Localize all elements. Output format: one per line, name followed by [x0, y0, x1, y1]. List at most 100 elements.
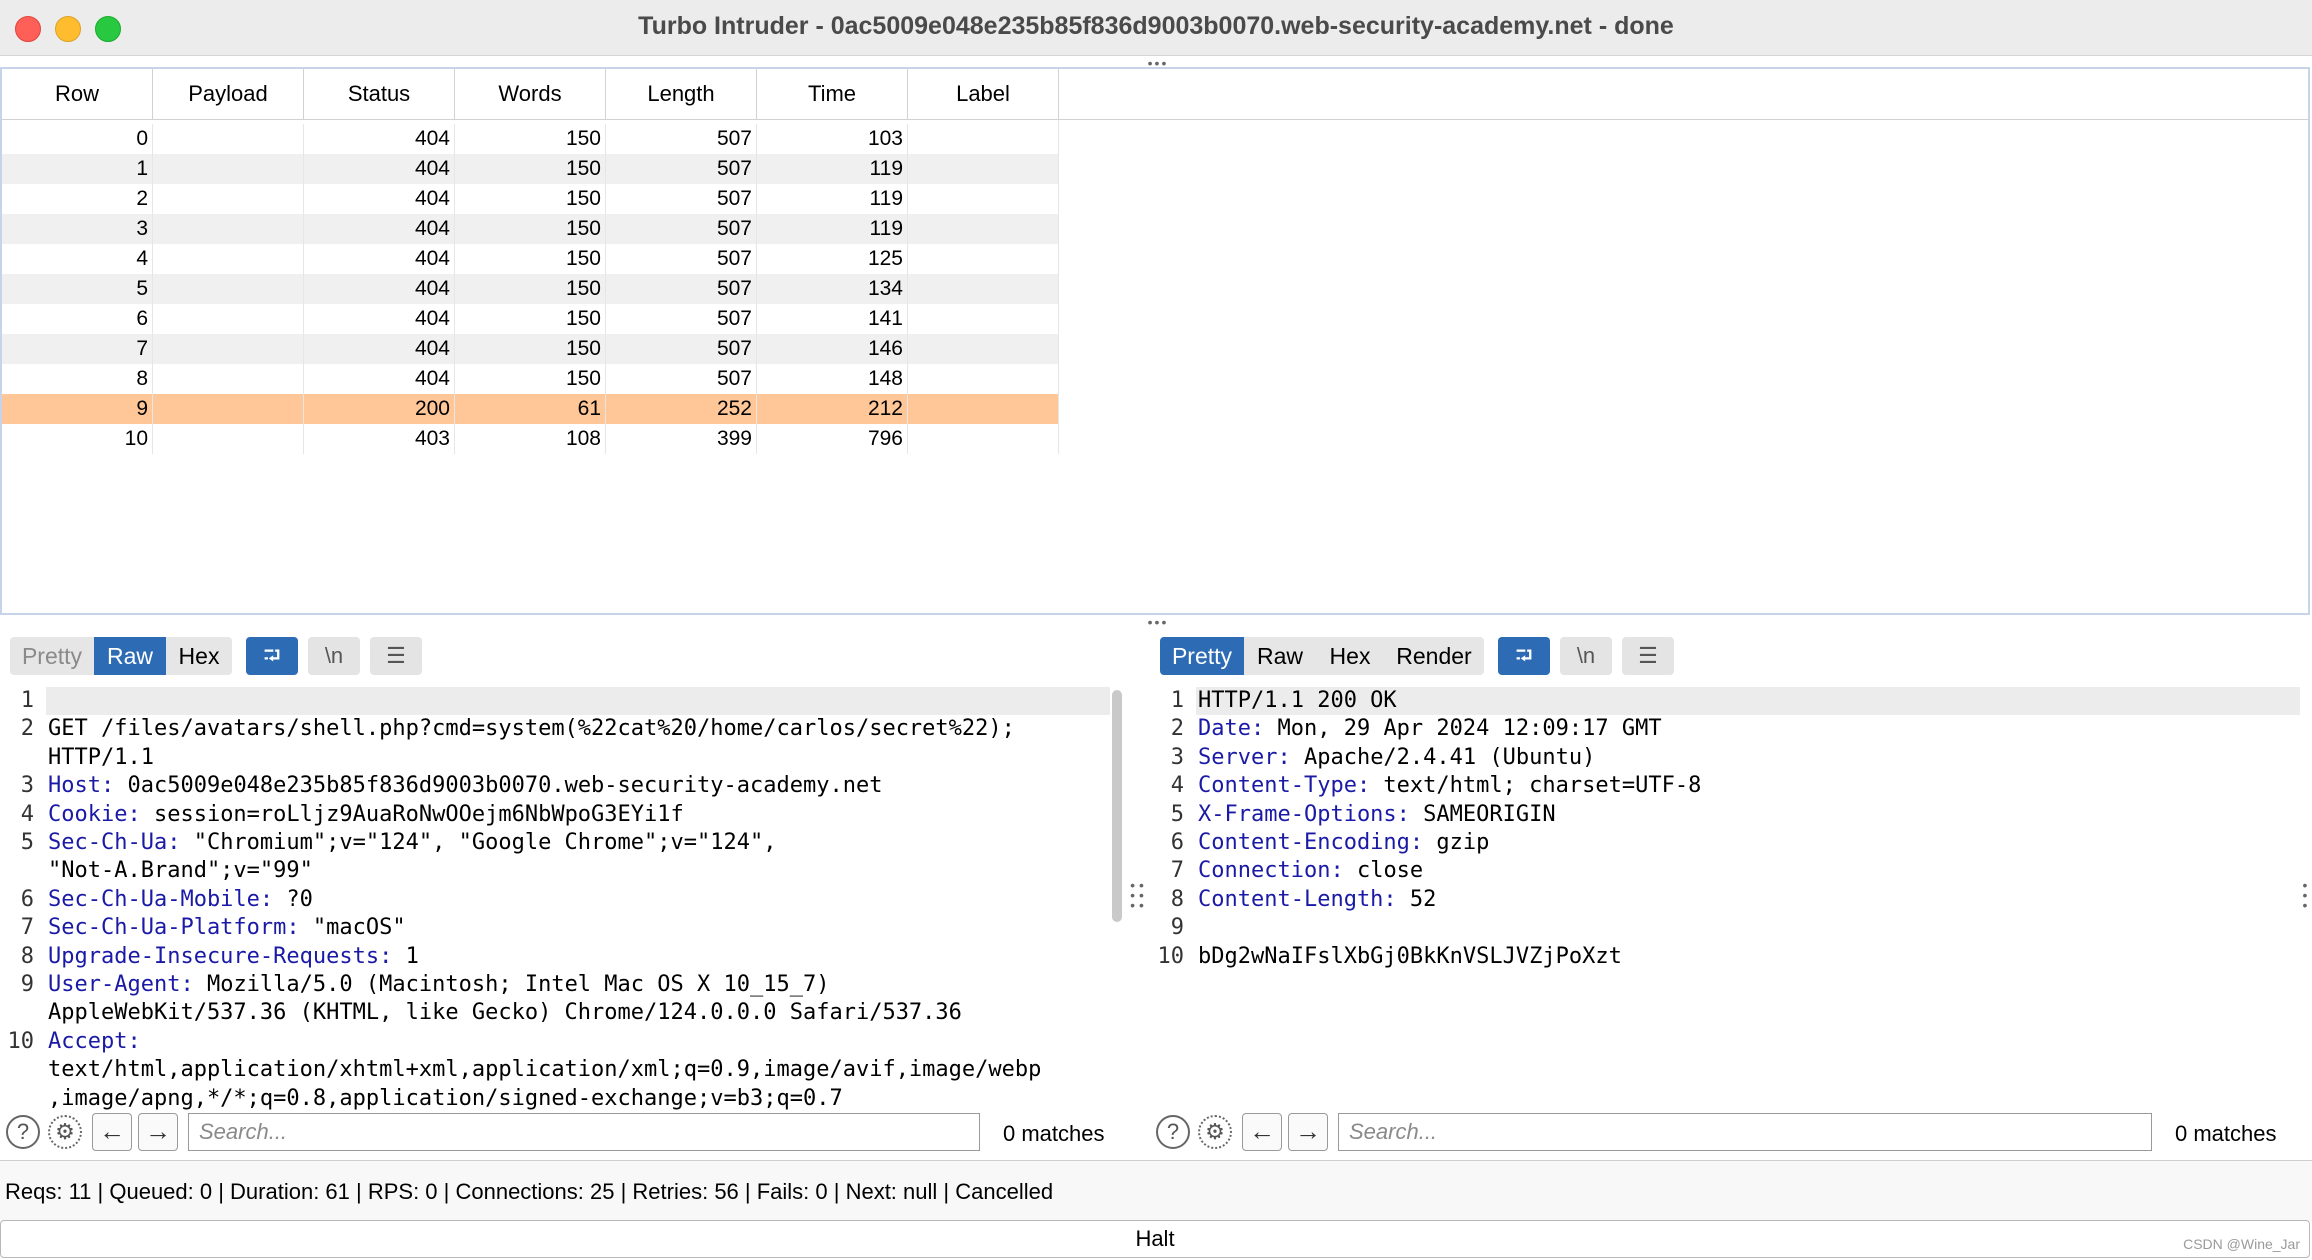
request-show-newlines-button[interactable]: \n [308, 637, 360, 675]
cell-words: 150 [454, 304, 606, 334]
header-name: Accept: [48, 1028, 141, 1054]
table-row[interactable]: 7 404 150 507 146 [2, 334, 1059, 364]
cell-length: 507 [605, 154, 757, 184]
cell-label [907, 124, 1059, 154]
response-tab-render[interactable]: Render [1384, 637, 1484, 675]
line-number: 2 [20, 716, 34, 742]
panel-resize-handle-middle[interactable]: ••• [1143, 615, 1173, 629]
cell-payload [152, 184, 304, 214]
table-row[interactable]: 9 200 61 252 212 [2, 394, 1059, 424]
previous-match-button[interactable]: ← [1242, 1113, 1282, 1151]
request-search-input[interactable] [188, 1113, 980, 1151]
response-editor[interactable]: 1 HTTP/1.1 200 OK 2 Date: Mon, 29 Apr 2024 … [1150, 687, 2300, 1107]
previous-match-button[interactable]: ← [92, 1113, 132, 1151]
header-value: close [1343, 858, 1424, 884]
request-tab-raw[interactable]: Raw [94, 637, 166, 675]
code-line: 10 Accept: [0, 1028, 1110, 1056]
column-header-words[interactable]: Words [454, 69, 606, 120]
cell-words: 108 [454, 424, 606, 454]
response-show-newlines-button[interactable]: \n [1560, 637, 1612, 675]
table-row[interactable]: 5 404 150 507 134 [2, 274, 1059, 304]
request-search-bar: ? ⚙ ← → 0 matches [0, 1111, 1130, 1157]
code-line: 10 bDg2wNaIFslXbGj0BkKnVSLJVZjPoXzt [1150, 943, 2300, 971]
cell-label [907, 364, 1059, 394]
help-icon[interactable]: ? [6, 1115, 40, 1149]
cell-label [907, 334, 1059, 364]
line-number: 8 [20, 943, 34, 969]
cell-length: 507 [605, 214, 757, 244]
cell-payload [152, 124, 304, 154]
table-row[interactable]: 10 403 108 399 796 [2, 424, 1059, 454]
response-menu-icon[interactable]: ☰ [1622, 637, 1674, 675]
header-value: session=roLljz9AuaRoNwOOejm6NbWpoG3EYi1f [140, 801, 684, 827]
table-row[interactable]: 3 404 150 507 119 [2, 214, 1059, 244]
line-content: Accept: [48, 1028, 141, 1056]
request-tab-pretty[interactable]: Pretty [10, 637, 94, 675]
column-header-status[interactable]: Status [303, 69, 455, 120]
line-number: 6 [1170, 830, 1184, 855]
response-matches-count: 0 matches [2175, 1121, 2277, 1146]
halt-button[interactable]: Halt [0, 1220, 2310, 1258]
settings-gear-icon[interactable]: ⚙ [1198, 1115, 1232, 1149]
response-tab-raw[interactable]: Raw [1244, 637, 1316, 675]
response-tab-hex[interactable]: Hex [1316, 637, 1384, 675]
table-row[interactable]: 1 404 150 507 119 [2, 154, 1059, 184]
table-row[interactable]: 2 404 150 507 119 [2, 184, 1059, 214]
code-line: 6 Sec-Ch-Ua-Mobile: ?0 [0, 886, 1110, 914]
cell-words: 150 [454, 184, 606, 214]
cell-status: 404 [303, 334, 455, 364]
request-editor[interactable]: 1 2 GET /files/avatars/shell.php?cmd=syste… [0, 687, 1110, 1111]
code-line: ,image/apng,*/*;q=0.8,application/signed… [0, 1085, 1110, 1113]
column-header-payload[interactable]: Payload [152, 69, 304, 120]
column-header-label[interactable]: Label [907, 69, 1059, 120]
header-name: Sec-Ch-Ua: [48, 830, 181, 855]
header-value: HTTP/1.1 [48, 744, 154, 770]
code-line: 8 Content-Length: 52 [1150, 886, 2300, 914]
line-content: GET /files/avatars/shell.php?cmd=system(… [48, 715, 1015, 743]
request-editor-scrollbar[interactable] [1112, 690, 1122, 922]
header-value: "Chromium";v="124", "Google Chrome";v="1… [180, 830, 777, 855]
window-titlebar: Turbo Intruder - 0ac5009e048e235b85f836d… [0, 0, 2312, 56]
line-content: Host: 0ac5009e048e235b85f836d9003b0070.w… [48, 772, 882, 800]
cell-time: 796 [756, 424, 908, 454]
table-row[interactable]: 8 404 150 507 148 [2, 364, 1059, 394]
panel-resize-handle-top[interactable]: ••• [1143, 56, 1173, 70]
code-line: 2 Date: Mon, 29 Apr 2024 12:09:17 GMT [1150, 715, 2300, 743]
request-wrap-lines-icon[interactable]: ⮒ [246, 637, 298, 675]
table-row[interactable]: 0 404 150 507 103 [2, 124, 1059, 154]
help-icon[interactable]: ? [1156, 1115, 1190, 1149]
cell-payload [152, 394, 304, 424]
editor-split-handle[interactable]: •• •• •• [1126, 878, 1152, 912]
settings-gear-icon[interactable]: ⚙ [48, 1115, 82, 1149]
header-name: Content-Type: [1198, 773, 1371, 799]
table-row[interactable]: 4 404 150 507 125 [2, 244, 1059, 274]
next-match-button[interactable]: → [1288, 1113, 1328, 1151]
column-header-row[interactable]: Row [2, 69, 153, 120]
cell-payload [152, 424, 304, 454]
next-match-button[interactable]: → [138, 1113, 178, 1151]
results-table: Row Payload Status Words Length Time Lab… [2, 69, 1059, 454]
line-content: Connection: close [1198, 857, 1423, 885]
request-tab-hex[interactable]: Hex [166, 637, 232, 675]
right-edge-handle[interactable]: • • • [2300, 878, 2312, 912]
response-search-input[interactable] [1338, 1113, 2152, 1151]
header-value: Mozilla/5.0 (Macintosh; Intel Mac OS X 1… [193, 972, 830, 997]
attack-status-text: Reqs: 11 | Queued: 0 | Duration: 61 | RP… [5, 1179, 1054, 1204]
column-header-length[interactable]: Length [605, 69, 757, 120]
response-tab-pretty[interactable]: Pretty [1160, 637, 1244, 675]
request-menu-icon[interactable]: ☰ [370, 637, 422, 675]
column-header-time[interactable]: Time [756, 69, 908, 120]
cell-length: 507 [605, 364, 757, 394]
cell-words: 150 [454, 364, 606, 394]
table-row[interactable]: 6 404 150 507 141 [2, 304, 1059, 334]
header-name: Sec-Ch-Ua-Mobile: [48, 886, 274, 912]
cell-status: 404 [303, 184, 455, 214]
cell-words: 150 [454, 244, 606, 274]
cell-length: 507 [605, 244, 757, 274]
code-line: 5 Sec-Ch-Ua: "Chromium";v="124", "Google … [0, 829, 1110, 857]
line-content: "Not-A.Brand";v="99" [48, 857, 313, 885]
header-name: Sec-Ch-Ua-Platform: [48, 915, 300, 941]
response-wrap-lines-icon[interactable]: ⮒ [1498, 637, 1550, 675]
cell-words: 150 [454, 334, 606, 364]
line-number: 9 [1170, 915, 1184, 941]
